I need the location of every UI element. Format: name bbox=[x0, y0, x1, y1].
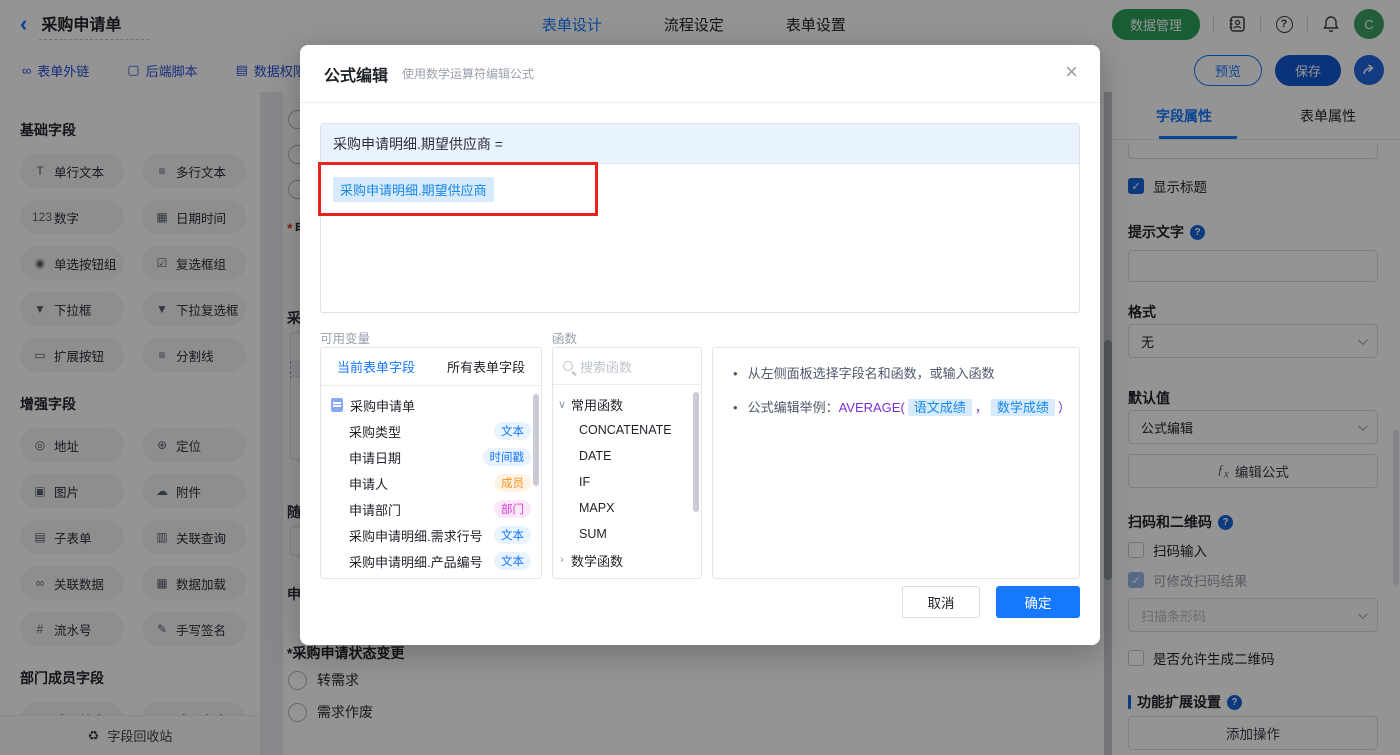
variable-row[interactable]: 采购类型 文本 bbox=[321, 418, 541, 444]
variables-list: 采购申请单 采购类型 文本 申请日期 时间戳 申请人 成员 申请部门 部门 采购申请明细.需求行号… bbox=[321, 386, 541, 578]
formula-field-chip[interactable]: 采购申请明细.期望供应商 bbox=[333, 177, 494, 202]
example-chip: 语文成绩 bbox=[907, 399, 972, 416]
functions-label: 函数 bbox=[552, 332, 578, 346]
variable-row[interactable]: 申请部门 部门 bbox=[321, 496, 541, 522]
variable-type-badge: 时间戳 bbox=[482, 448, 531, 466]
chevron-down-icon: ∨ bbox=[557, 398, 567, 411]
function-item[interactable]: CONCATENATE bbox=[553, 417, 701, 443]
help-line-2: • 公式编辑举例：AVERAGE(语文成绩，数学成绩） bbox=[733, 399, 1071, 416]
variables-panel: 当前表单字段 所有表单字段 采购申请单 采购类型 文本 申请日期 时间戳 申请人 成员 申请部门… bbox=[320, 347, 542, 579]
help-line-1: • 从左侧面板选择字段名和函数，或输入函数 bbox=[733, 366, 995, 381]
variable-name: 采购申请明细.产品编号 bbox=[349, 554, 483, 570]
variable-name: 采购申请明细.需求行号 bbox=[349, 528, 483, 544]
function-group[interactable]: ∨ 常用函数 bbox=[553, 391, 701, 417]
variable-root-name: 采购申请单 bbox=[350, 398, 416, 414]
formula-editor-box: 采购申请明细.期望供应商 = 采购申请明细.期望供应商 bbox=[320, 123, 1080, 313]
variable-row[interactable]: 申请日期 时间戳 bbox=[321, 444, 541, 470]
function-label: DATE bbox=[579, 449, 612, 463]
variable-type-badge: 文本 bbox=[494, 552, 531, 570]
function-label: IF bbox=[579, 475, 591, 489]
formula-editor-modal: 公式编辑 使用数学运算符编辑公式 × 采购申请明细.期望供应商 = 采购申请明细… bbox=[300, 45, 1100, 645]
function-group[interactable]: › 数学函数 bbox=[553, 547, 701, 573]
formula-editor-area[interactable]: 采购申请明细.期望供应商 bbox=[321, 164, 1079, 215]
variable-name: 申请人 bbox=[349, 476, 389, 492]
function-search[interactable]: 搜索函数 bbox=[553, 348, 701, 385]
formula-target-bar: 采购申请明细.期望供应商 = bbox=[321, 124, 1079, 164]
variable-root-row[interactable]: 采购申请单 bbox=[321, 392, 541, 418]
variable-row[interactable]: 申请人 成员 bbox=[321, 470, 541, 496]
variables-label: 可用变量 bbox=[320, 332, 371, 346]
variables-scrollbar[interactable] bbox=[533, 394, 539, 486]
confirm-button[interactable]: 确定 bbox=[996, 586, 1080, 618]
function-label: CONCATENATE bbox=[579, 423, 672, 437]
modal-footer: 取消 确定 bbox=[902, 586, 1080, 618]
modal-header: 公式编辑 使用数学运算符编辑公式 bbox=[300, 45, 1100, 103]
function-group[interactable]: ›文本函数 bbox=[553, 573, 701, 579]
function-item[interactable]: MAPX bbox=[553, 495, 701, 521]
variables-tabs: 当前表单字段 所有表单字段 bbox=[321, 348, 541, 386]
search-placeholder: 搜索函数 bbox=[580, 359, 633, 375]
function-label: 文本函数 bbox=[571, 577, 623, 579]
search-icon bbox=[563, 361, 573, 371]
variable-name: 采购类型 bbox=[349, 424, 402, 440]
variable-type-badge: 文本 bbox=[494, 526, 531, 544]
function-label: SUM bbox=[579, 527, 607, 541]
function-label: MAPX bbox=[579, 501, 615, 515]
modal-title: 公式编辑 bbox=[324, 67, 389, 85]
variables-tab-1[interactable]: 当前表单字段 bbox=[321, 348, 431, 385]
example-chip: 数学成绩 bbox=[990, 399, 1055, 416]
cancel-button[interactable]: 取消 bbox=[902, 586, 980, 618]
variable-row[interactable]: 采购申请明细.需求行号 文本 bbox=[321, 522, 541, 548]
variable-name: 申请日期 bbox=[349, 450, 402, 466]
variable-name: 申请部门 bbox=[349, 502, 402, 518]
variables-tab-2[interactable]: 所有表单字段 bbox=[431, 348, 541, 385]
form-doc-icon bbox=[331, 398, 343, 412]
modal-subtitle: 使用数学运算符编辑公式 bbox=[402, 67, 535, 81]
chevron-right-icon: › bbox=[560, 554, 564, 566]
variable-type-badge: 文本 bbox=[494, 422, 531, 440]
functions-panel: 搜索函数 ∨常用函数CONCATENATEDATEIFMAPXSUM›数学函数›… bbox=[552, 347, 702, 579]
functions-scrollbar[interactable] bbox=[693, 392, 699, 512]
function-item[interactable]: IF bbox=[553, 469, 701, 495]
function-label: 数学函数 bbox=[571, 553, 624, 569]
variable-type-badge: 部门 bbox=[494, 500, 531, 518]
close-icon[interactable]: × bbox=[1065, 61, 1078, 83]
help-panel: • 从左侧面板选择字段名和函数，或输入函数 • 公式编辑举例：AVERAGE(语文… bbox=[712, 347, 1080, 579]
function-item[interactable]: SUM bbox=[553, 521, 701, 547]
function-item[interactable]: DATE bbox=[553, 443, 701, 469]
functions-list: ∨ 常用函数 CONCATENATE DATE IF MAPX SUM › 数学函数 ›文本函数 bbox=[553, 385, 701, 579]
variable-row[interactable]: 采购申请明细.产品编号 文本 bbox=[321, 548, 541, 574]
variable-type-badge: 成员 bbox=[494, 474, 531, 492]
function-label: 常用函数 bbox=[571, 397, 624, 413]
